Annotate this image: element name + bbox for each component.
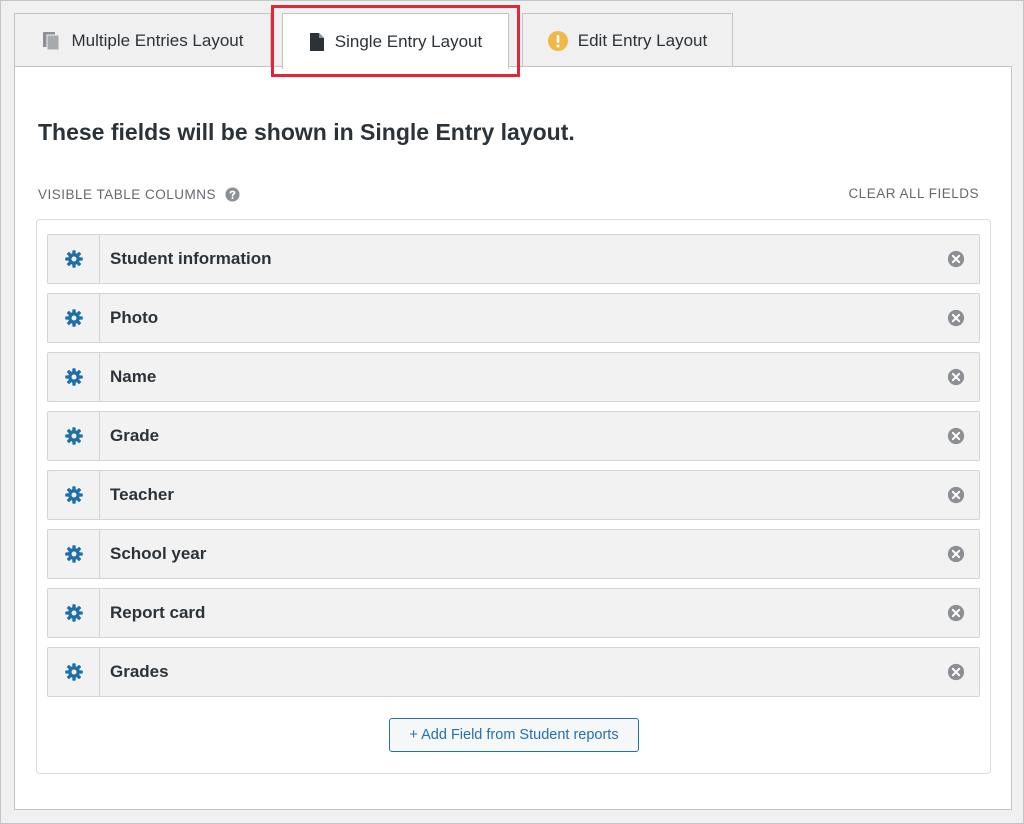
remove-field-icon[interactable] bbox=[933, 353, 979, 401]
copy-icon bbox=[42, 31, 62, 51]
tab-label: Multiple Entries Layout bbox=[71, 30, 244, 50]
field-label: Student information bbox=[110, 249, 272, 268]
gear-icon[interactable] bbox=[48, 235, 100, 283]
remove-field-icon[interactable] bbox=[933, 589, 979, 637]
help-icon[interactable] bbox=[225, 187, 240, 202]
layout-tabs: Multiple Entries Layout Single Entry Lay… bbox=[1, 1, 1024, 69]
fields-list: Student information Photo Name Grade Tea… bbox=[36, 219, 991, 774]
list-item[interactable]: Grade bbox=[47, 411, 980, 461]
list-item[interactable]: Teacher bbox=[47, 470, 980, 520]
tab-multiple-entries[interactable]: Multiple Entries Layout bbox=[14, 13, 271, 67]
tab-label: Single Entry Layout bbox=[334, 31, 483, 51]
clear-all-fields-link[interactable]: CLEAR ALL FIELDS bbox=[848, 186, 979, 201]
gear-icon[interactable] bbox=[48, 530, 100, 578]
field-label: School year bbox=[110, 544, 207, 563]
page-title: These fields will be shown in Single Ent… bbox=[38, 119, 575, 145]
tab-edit-entry[interactable]: Edit Entry Layout bbox=[522, 13, 733, 67]
field-label: Report card bbox=[110, 603, 206, 622]
field-label: Name bbox=[110, 367, 157, 386]
gear-icon[interactable] bbox=[48, 589, 100, 637]
layout-panel: These fields will be shown in Single Ent… bbox=[14, 66, 1012, 810]
field-label: Teacher bbox=[110, 485, 174, 504]
remove-field-icon[interactable] bbox=[933, 294, 979, 342]
list-item[interactable]: Photo bbox=[47, 293, 980, 343]
gear-icon[interactable] bbox=[48, 412, 100, 460]
field-label: Grades bbox=[110, 662, 169, 681]
field-label: Photo bbox=[110, 308, 159, 327]
list-item[interactable]: Student information bbox=[47, 234, 980, 284]
list-item[interactable]: Name bbox=[47, 352, 980, 402]
list-item[interactable]: Report card bbox=[47, 588, 980, 638]
tab-label: Edit Entry Layout bbox=[577, 30, 708, 50]
gear-icon[interactable] bbox=[48, 648, 100, 696]
remove-field-icon[interactable] bbox=[933, 235, 979, 283]
field-label: Grade bbox=[110, 426, 160, 445]
add-field-button[interactable]: + Add Field from Student reports bbox=[389, 718, 639, 752]
section-header: VISIBLE TABLE COLUMNS bbox=[38, 187, 240, 202]
warning-icon bbox=[547, 30, 568, 51]
gear-icon[interactable] bbox=[48, 471, 100, 519]
remove-field-icon[interactable] bbox=[933, 530, 979, 578]
remove-field-icon[interactable] bbox=[933, 471, 979, 519]
gear-icon[interactable] bbox=[48, 294, 100, 342]
gear-icon[interactable] bbox=[48, 353, 100, 401]
list-item[interactable]: School year bbox=[47, 529, 980, 579]
section-label: VISIBLE TABLE COLUMNS bbox=[38, 187, 217, 202]
remove-field-icon[interactable] bbox=[933, 648, 979, 696]
document-icon bbox=[309, 32, 325, 52]
list-item[interactable]: Grades bbox=[47, 647, 980, 697]
tab-single-entry[interactable]: Single Entry Layout bbox=[282, 13, 509, 69]
remove-field-icon[interactable] bbox=[933, 412, 979, 460]
